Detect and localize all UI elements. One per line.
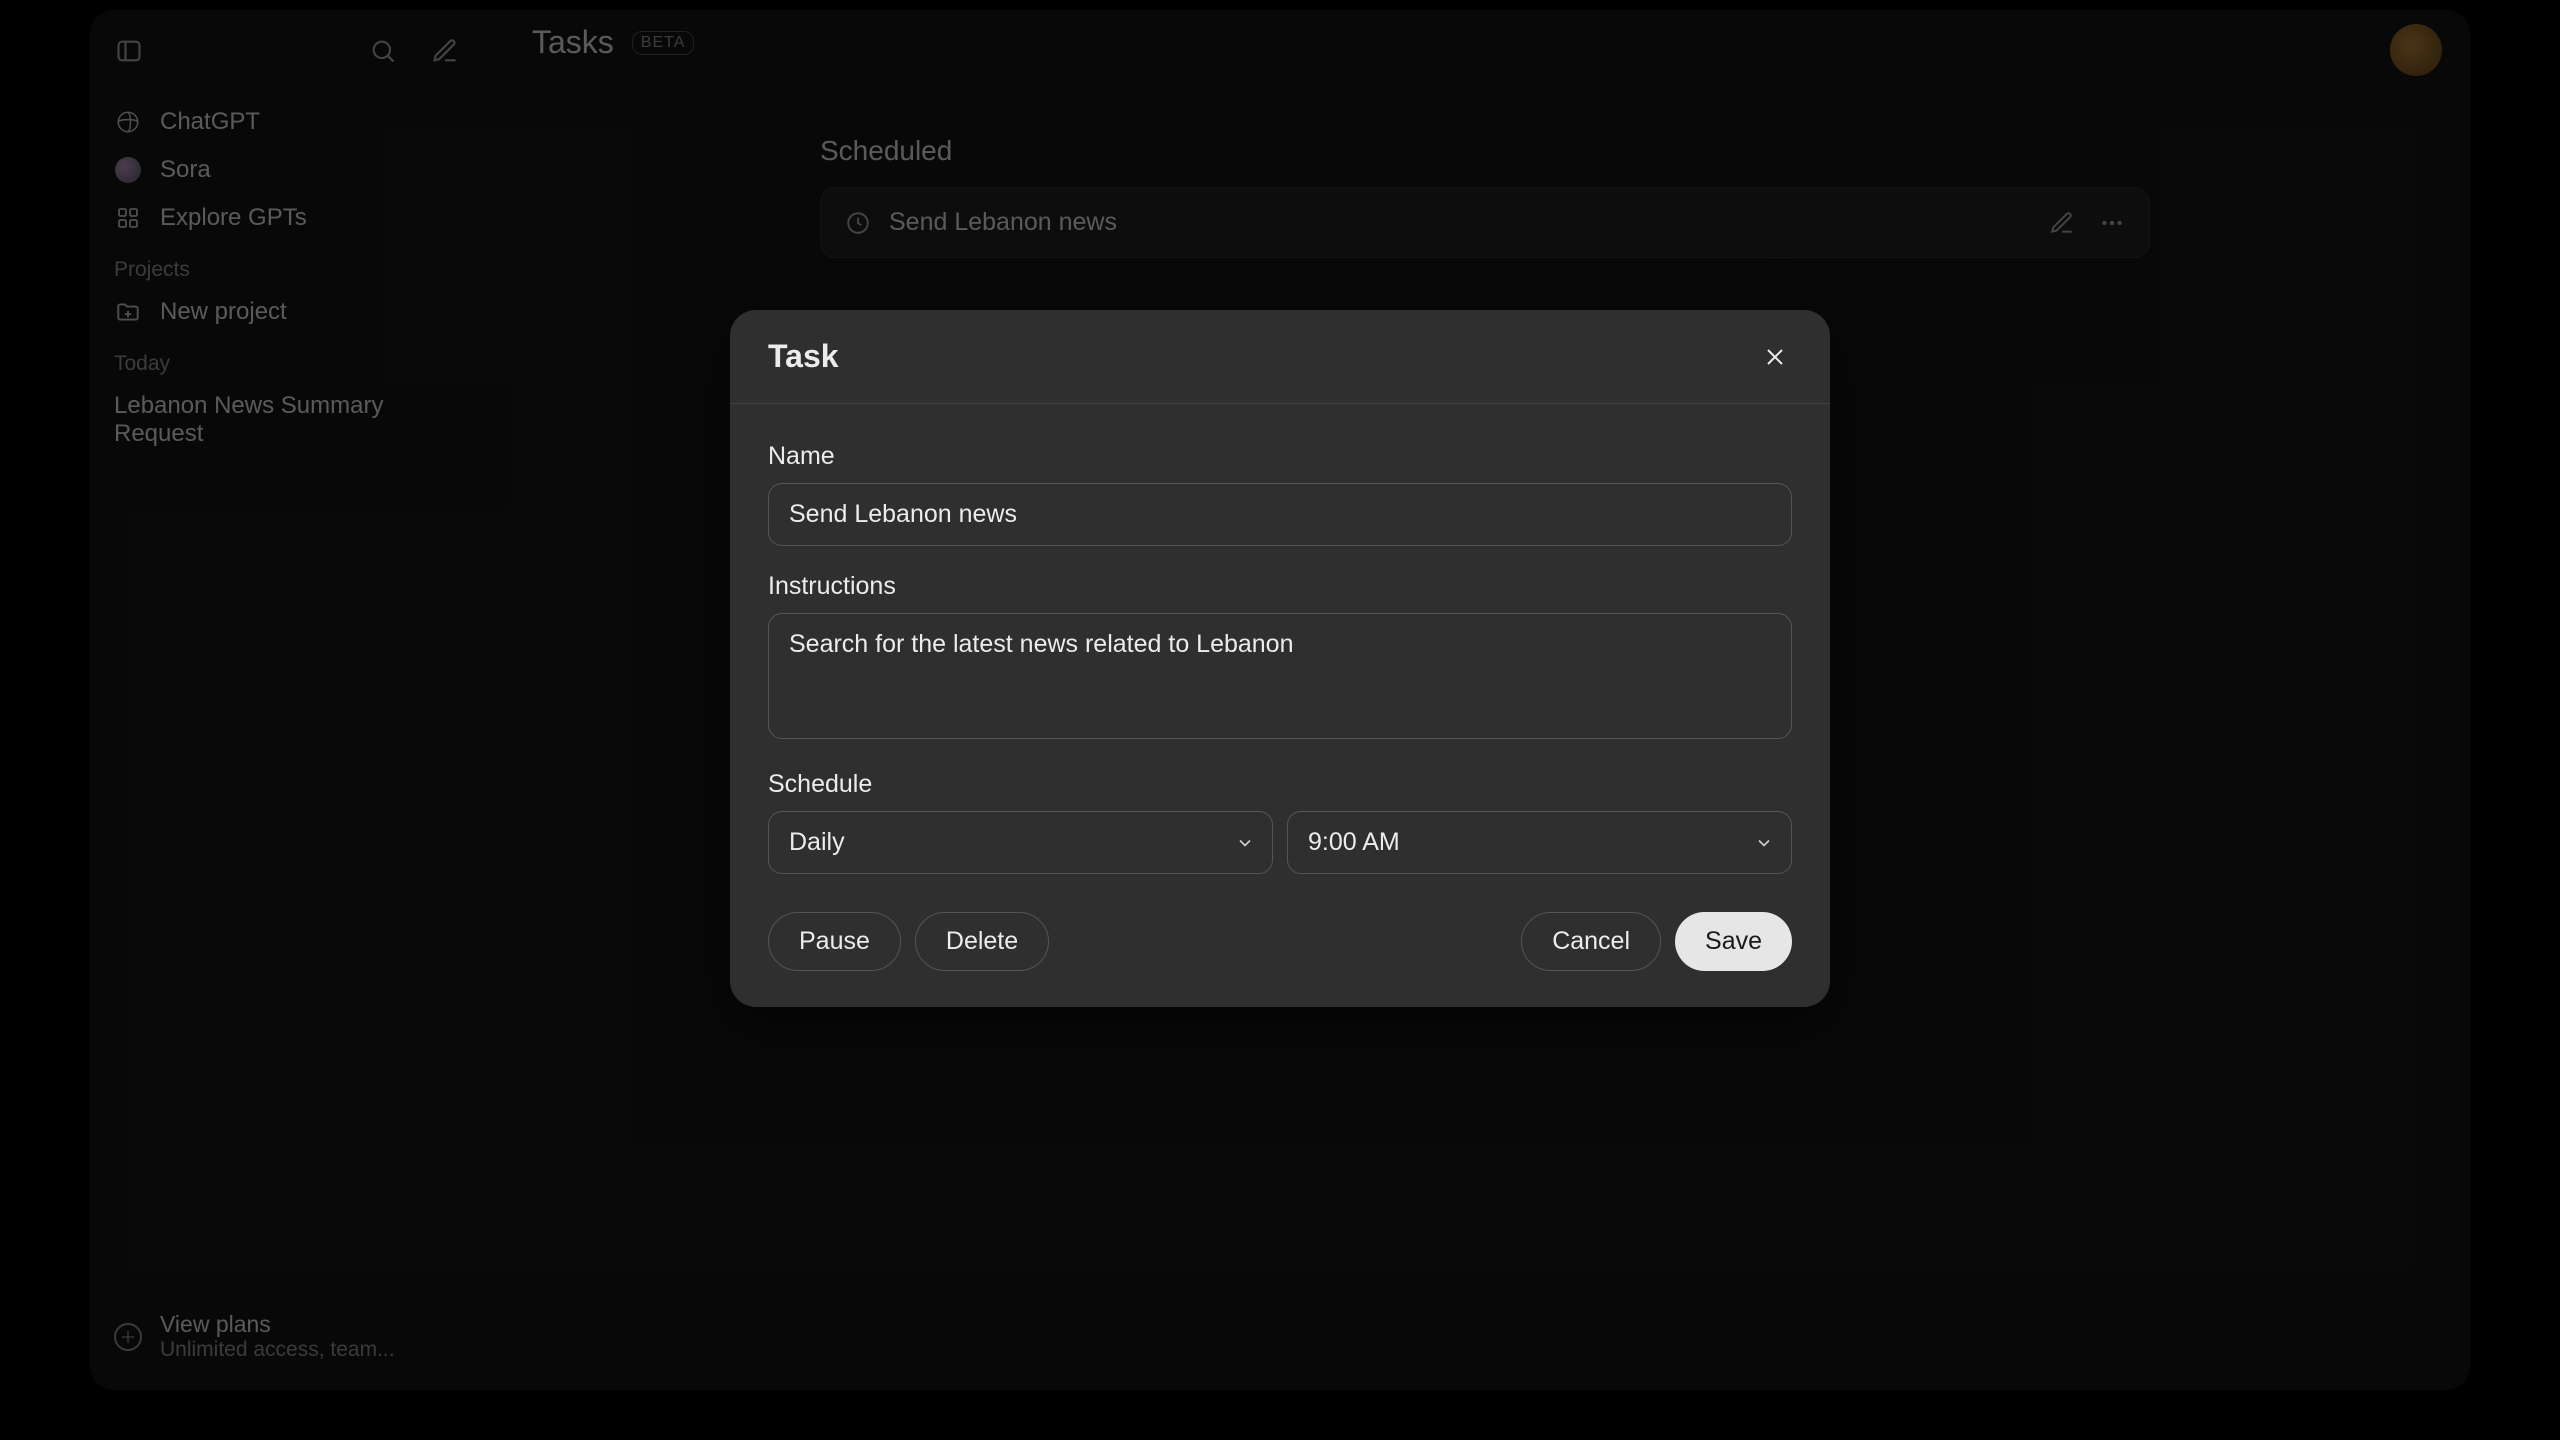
modal-title: Task xyxy=(768,338,839,375)
name-input[interactable] xyxy=(768,483,1792,546)
delete-button[interactable]: Delete xyxy=(915,912,1049,971)
frequency-select[interactable] xyxy=(768,811,1273,874)
close-button[interactable] xyxy=(1758,340,1792,374)
time-select[interactable] xyxy=(1287,811,1792,874)
instructions-label: Instructions xyxy=(768,572,1792,601)
name-label: Name xyxy=(768,442,1792,471)
cancel-button[interactable]: Cancel xyxy=(1521,912,1661,971)
pause-button[interactable]: Pause xyxy=(768,912,901,971)
task-modal: Task Name Instructions Schedule xyxy=(730,310,1830,1007)
modal-overlay: Task Name Instructions Schedule xyxy=(90,10,2470,1390)
save-button[interactable]: Save xyxy=(1675,912,1792,971)
instructions-textarea[interactable] xyxy=(768,613,1792,739)
schedule-label: Schedule xyxy=(768,770,1792,799)
